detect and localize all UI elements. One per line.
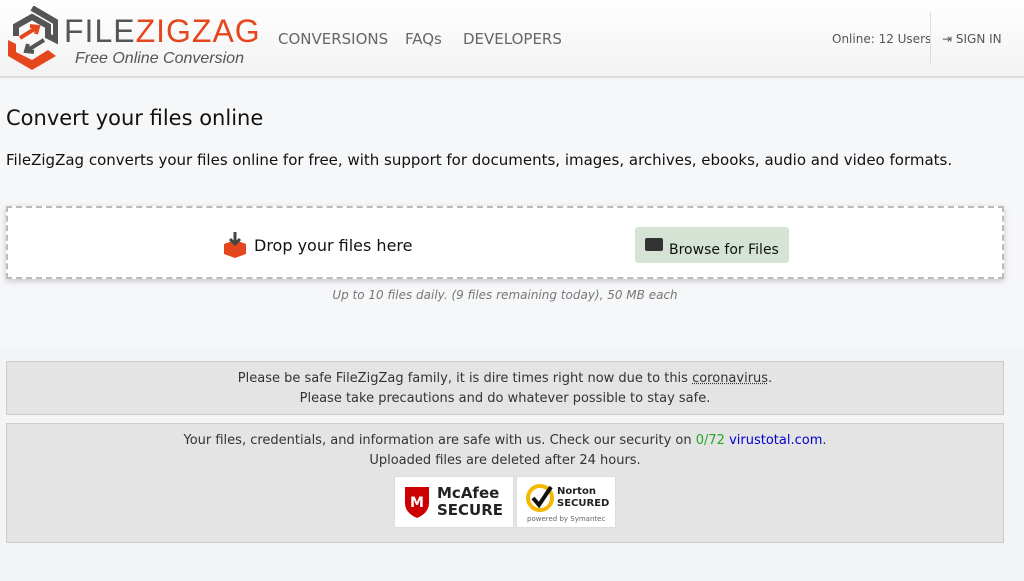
description: FileZigZag converts your files online fo… [6,151,953,169]
drop-label: Drop your files here [254,236,413,255]
virustotal-score: 0/72 [695,433,725,448]
virustotal-link[interactable]: virustotal.com [729,433,822,448]
page-title: Convert your files online [6,106,264,130]
notice-box: Please be safe FileZigZag family, it is … [6,361,1004,415]
online-users: Online: 12 Users [832,32,932,46]
download-box-icon [224,232,246,258]
upload-limit: Up to 10 files daily. (9 files remaining… [332,288,678,302]
divider [930,12,931,64]
browse-files-button[interactable]: Browse for Files [635,227,789,263]
norton-badge[interactable]: Norton SECURED powered by Symantec [516,476,616,528]
norton-check-icon [526,484,554,512]
nav-conversions[interactable]: CONVERSIONS [278,30,388,48]
mcafee-badge[interactable]: M McAfee SECURE [394,476,514,528]
coronavirus-link[interactable]: coronavirus [692,371,768,386]
header: FILEZIGZAG Free Online Conversion CONVER… [0,0,1024,78]
drop-zone[interactable] [6,206,1004,279]
folder-icon [645,238,663,251]
tagline: Free Online Conversion [75,50,244,67]
sign-in-button[interactable]: ⇥ SIGN IN [942,32,1002,46]
nav-developers[interactable]: DEVELOPERS [463,30,562,48]
sign-in-icon: ⇥ [942,32,956,46]
logo-icon[interactable] [6,6,58,72]
nav-faqs[interactable]: FAQs [405,30,442,48]
brand[interactable]: FILEZIGZAG [64,14,261,48]
svg-text:M: M [410,495,424,511]
mcafee-shield-icon: M [405,487,429,518]
